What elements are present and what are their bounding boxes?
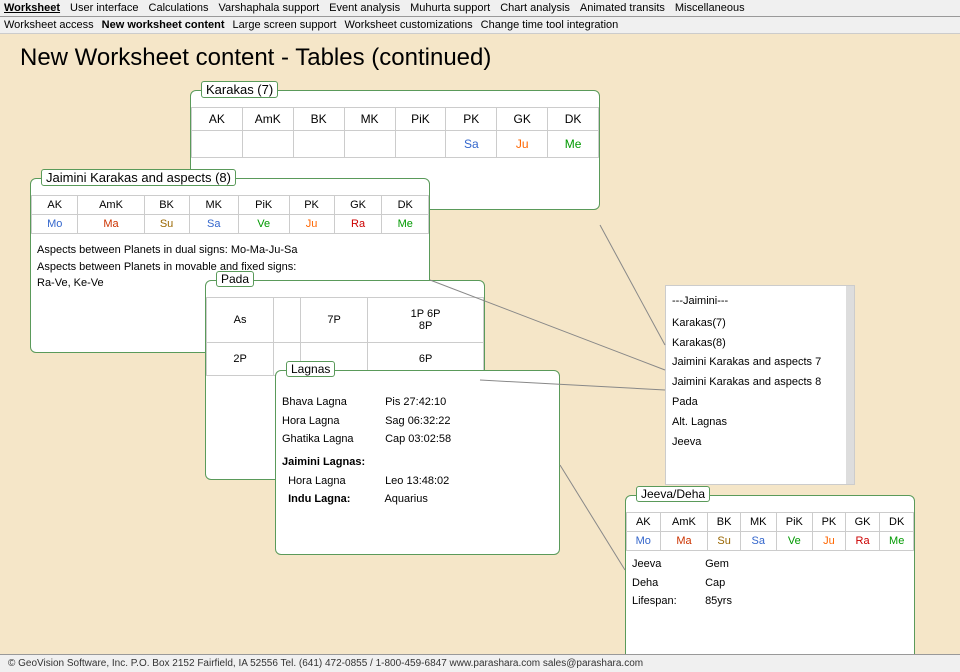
karakas7-table: AK AmK BK MK PiK PK GK DK Sa Ju Me [191,107,599,158]
side-list-item-5[interactable]: Pada [672,393,848,413]
jaimini8-header-row: AK AmK BK MK PiK PK GK DK [32,196,429,215]
deha-row: Deha Cap [632,574,908,593]
karakas7-header-row: AK AmK BK MK PiK PK GK DK [192,108,599,131]
jaimini-hora-row: Hora Lagna Leo 13:48:02 [282,472,553,491]
karakas7-title: Karakas (7) [201,81,278,98]
side-list-header: ---Jaimini--- [672,292,848,312]
k7-col-bk: BK [293,108,344,131]
lifespan-row: Lifespan: 85yrs [632,592,908,611]
side-list-item-2[interactable]: Karakas(8) [672,334,848,354]
side-list-item-1[interactable]: Karakas(7) [672,314,848,334]
content-area: Karakas (7) AK AmK BK MK PiK PK GK DK Sa… [0,80,960,640]
footer-text: © GeoVision Software, Inc. P.O. Box 2152… [8,658,643,669]
lagnas-card: Lagnas Bhava Lagna Pis 27:42:10 Hora Lag… [275,370,560,555]
jaimini8-title: Jaimini Karakas and aspects (8) [41,169,236,186]
jaimini8-data-row: Mo Ma Su Sa Ve Ju Ra Me [32,215,429,234]
submenu-large-screen[interactable]: Large screen support [233,19,337,31]
pada-row1: As 7P 1P 6P8P [207,298,484,343]
footer: © GeoVision Software, Inc. P.O. Box 2152… [0,654,960,672]
lagnas-title: Lagnas [286,361,335,377]
jeeva-card: Jeeva/Deha AK AmK BK MK PiK PK GK DK Mo … [625,495,915,670]
menu-bar[interactable]: Worksheet User interface Calculations Va… [0,0,960,17]
jeeva-header-row: AK AmK BK MK PiK PK GK DK [627,513,914,532]
k7-col-dk: DK [548,108,599,131]
submenu-new-worksheet[interactable]: New worksheet content [102,19,225,31]
jeeva-row: Jeeva Gem [632,555,908,574]
jeeva-bottom: Jeeva Gem Deha Cap Lifespan: 85yrs [626,551,914,615]
jeeva-data-row: Mo Ma Su Sa Ve Ju Ra Me [627,532,914,551]
menu-worksheet[interactable]: Worksheet [4,2,60,14]
k7-col-ak: AK [192,108,243,131]
page-title: New Worksheet content - Tables (continue… [0,34,960,80]
k7-col-mk: MK [344,108,395,131]
side-list-item-7[interactable]: Jeeva [672,433,848,453]
menu-user-interface[interactable]: User interface [70,2,138,14]
menu-varshaphala[interactable]: Varshaphala support [218,2,319,14]
k7-col-gk: GK [497,108,548,131]
k7-col-pk: PK [446,108,497,131]
jeeva-title: Jeeva/Deha [636,486,710,502]
submenu-customizations[interactable]: Worksheet customizations [344,19,472,31]
karakas7-data-row: Sa Ju Me [192,131,599,158]
side-list: ---Jaimini--- Karakas(7) Karakas(8) Jaim… [665,285,855,485]
menu-animated-transits[interactable]: Animated transits [580,2,665,14]
menu-muhurta[interactable]: Muhurta support [410,2,490,14]
submenu-change-time[interactable]: Change time tool integration [481,19,619,31]
indu-lagna-row: Indu Lagna: Aquarius [282,490,553,509]
hora-lagna-row: Hora Lagna Sag 06:32:22 [282,412,553,431]
jeeva-table: AK AmK BK MK PiK PK GK DK Mo Ma Su Sa Ve… [626,512,914,551]
jaimini-lagnas-section: Jaimini Lagnas: Hora Lagna Leo 13:48:02 … [282,453,553,509]
ghatika-lagna-row: Ghatika Lagna Cap 03:02:58 [282,430,553,449]
sub-menu-bar[interactable]: Worksheet access New worksheet content L… [0,17,960,34]
menu-event-analysis[interactable]: Event analysis [329,2,400,14]
jaimini8-table: AK AmK BK MK PiK PK GK DK Mo Ma Su Sa Ve… [31,195,429,234]
bhava-lagna-row: Bhava Lagna Pis 27:42:10 [282,393,553,412]
menu-chart-analysis[interactable]: Chart analysis [500,2,570,14]
k7-col-amk: AmK [242,108,293,131]
side-list-item-4[interactable]: Jaimini Karakas and aspects 8 [672,373,848,393]
lagnas-content: Bhava Lagna Pis 27:42:10 Hora Lagna Sag … [276,387,559,515]
k7-col-pik: PiK [395,108,446,131]
menu-miscellaneous[interactable]: Miscellaneous [675,2,745,14]
side-list-item-3[interactable]: Jaimini Karakas and aspects 7 [672,353,848,373]
pada-title: Pada [216,271,254,287]
pada-table: As 7P 1P 6P8P 2P 6P [206,297,484,376]
side-list-item-6[interactable]: Alt. Lagnas [672,413,848,433]
menu-calculations[interactable]: Calculations [149,2,209,14]
submenu-worksheet-access[interactable]: Worksheet access [4,19,94,31]
scrollbar[interactable] [846,286,854,484]
